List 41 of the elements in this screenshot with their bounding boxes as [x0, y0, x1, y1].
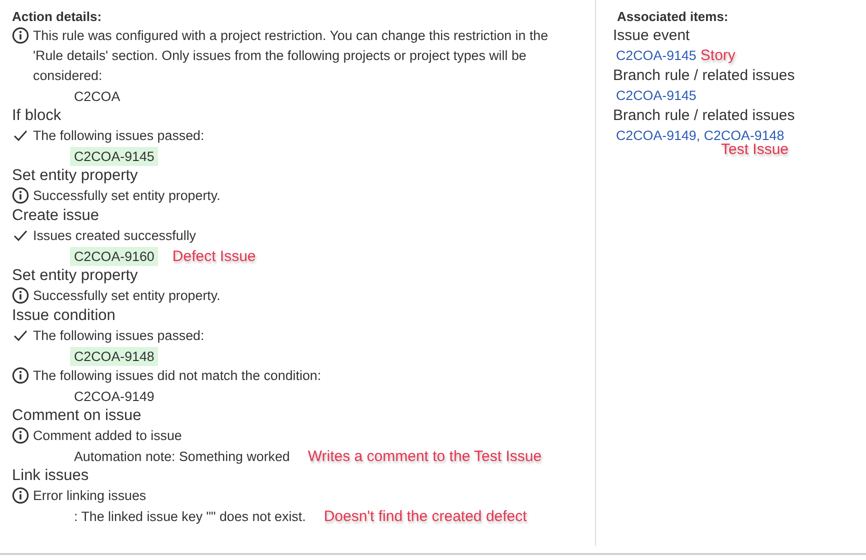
issue-key: C2COA-9148 — [70, 346, 158, 366]
annotation: Story — [700, 48, 736, 64]
step-heading: Set entity property — [12, 266, 138, 286]
step-heading: Create issue — [12, 206, 100, 226]
step-heading: Link issues — [12, 466, 89, 486]
detail-text: : The linked issue key "" does not exist. — [73, 508, 307, 526]
issue-link[interactable]: C2COA-9145 — [616, 46, 696, 66]
annotation: Doesn't find the created defect — [324, 508, 527, 524]
message-text: This rule was configured with a project restriction. You can change this restriction in the 'Rule details' section. Only issues from the following projects or project types will be considered: — [33, 27, 550, 85]
item-label: Branch rule / related issues — [613, 106, 795, 126]
message-text: Comment added to issue — [33, 427, 182, 445]
issue-key: C2COA-9160 — [70, 246, 158, 266]
issue-key: C2COA-9145 — [70, 146, 158, 166]
info-icon — [12, 187, 29, 204]
step-heading: Comment on issue — [12, 406, 142, 426]
message-text: The following issues did not match the condition: — [33, 367, 322, 385]
item-label: Branch rule / related issues — [613, 66, 795, 86]
message-text: The following issues passed: — [33, 327, 204, 345]
info-icon — [12, 367, 29, 384]
info-icon — [12, 287, 29, 304]
message-text: Successfully set entity property. — [33, 287, 220, 305]
step-heading: Issue condition — [12, 306, 116, 326]
issue-link[interactable]: C2COA-9145 — [616, 86, 696, 106]
message-text: Error linking issues — [33, 487, 146, 505]
detail-text: C2COA — [73, 88, 122, 106]
message-text: The following issues passed: — [33, 127, 204, 145]
annotation: Writes a comment to the Test Issue — [308, 448, 542, 464]
detail-text: Automation note: Something worked — [73, 448, 291, 466]
step-heading: Set entity property — [12, 166, 138, 186]
item-label: Issue event — [613, 26, 690, 46]
message-text: Issues created successfully — [33, 227, 196, 245]
section-title: Associated items: — [617, 8, 728, 26]
detail-text: C2COA-9149 — [73, 388, 156, 406]
section-title: Action details: — [12, 8, 102, 26]
annotation: Defect Issue — [172, 248, 256, 264]
annotation: Test Issue — [721, 142, 789, 158]
info-icon — [12, 27, 29, 44]
message-text: Successfully set entity property. — [33, 187, 220, 205]
info-icon — [12, 427, 29, 444]
step-heading: If block — [12, 106, 62, 126]
info-icon — [12, 487, 29, 504]
